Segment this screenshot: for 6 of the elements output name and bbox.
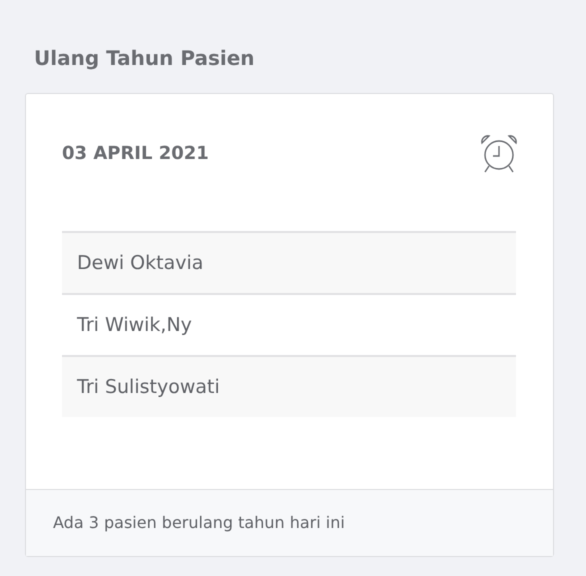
- patient-row: Dewi Oktavia: [62, 231, 516, 293]
- date-heading: 03 APRIL 2021: [62, 142, 209, 166]
- footer-text: Ada 3 pasien berulang tahun hari ini: [53, 512, 345, 534]
- section-title: Ulang Tahun Pasien: [34, 45, 255, 72]
- patient-row: Tri Sulistyowati: [62, 355, 516, 417]
- alarm-clock-icon: [478, 134, 520, 174]
